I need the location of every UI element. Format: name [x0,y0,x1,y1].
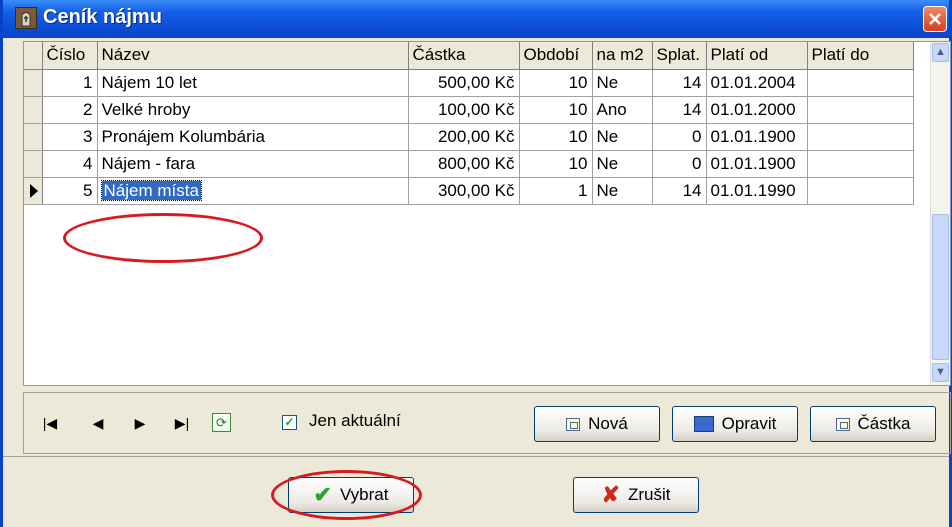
close-icon [929,13,941,25]
cell-castka[interactable]: 300,00 Kč [408,177,520,205]
row-indicator-header [24,42,43,70]
row-indicator[interactable] [24,123,43,151]
cell-cislo[interactable]: 3 [42,123,98,151]
scroll-up-button[interactable]: ▲ [932,43,949,62]
edit-button[interactable]: Opravit [672,406,798,442]
close-button[interactable] [923,6,947,32]
cell-nazev[interactable]: Nájem 10 let [97,69,409,97]
scroll-thumb[interactable] [932,214,949,360]
vertical-scrollbar[interactable]: ▲ ▼ [930,42,950,385]
cell-plati-do[interactable] [807,150,914,178]
grid-header-row: Číslo Název Částka Období na m2 Splat. P… [24,42,914,70]
cell-plati-od[interactable]: 01.01.2004 [706,69,808,97]
col-header-plati-od[interactable]: Platí od [706,42,808,70]
cell-plati-od[interactable]: 01.01.1900 [706,123,808,151]
col-header-obdobi[interactable]: Období [519,42,593,70]
cell-na-m2[interactable]: Ne [592,123,653,151]
title-bar[interactable]: Ceník nájmu [3,0,949,38]
cell-splat[interactable]: 0 [652,123,707,151]
cell-plati-od[interactable]: 01.01.2000 [706,96,808,124]
amount-icon [835,417,850,431]
cell-plati-do[interactable] [807,69,914,97]
cell-plati-do[interactable] [807,96,914,124]
cancel-button[interactable]: ✘ Zrušit [573,477,699,513]
cell-obdobi[interactable]: 10 [519,150,593,178]
row-indicator[interactable] [24,96,43,124]
cell-obdobi[interactable]: 10 [519,123,593,151]
cell-castka[interactable]: 800,00 Kč [408,150,520,178]
current-row-arrow-icon [30,183,38,198]
new-record-icon [566,417,581,431]
cell-cislo[interactable]: 4 [42,150,98,178]
cross-icon: ✘ [601,482,620,507]
col-header-nazev[interactable]: Název [97,42,409,70]
next-record-icon[interactable]: ▶ [129,412,151,434]
table-row[interactable]: 5 Nájem místa 300,00 Kč 1 Ne 14 01.01.1990 [24,177,914,205]
cell-plati-do[interactable] [807,177,914,205]
cell-castka[interactable]: 100,00 Kč [408,96,520,124]
cell-nazev-text: Nájem - fara [101,153,196,173]
cell-castka[interactable]: 500,00 Kč [408,69,520,97]
row-indicator[interactable] [24,177,43,205]
current-only-checkbox[interactable]: ✓ [282,415,297,430]
cell-plati-do[interactable] [807,123,914,151]
col-header-cislo[interactable]: Číslo [42,42,98,70]
scroll-down-button[interactable]: ▼ [932,363,949,382]
cell-na-m2[interactable]: Ne [592,150,653,178]
footer-bar [3,459,949,527]
prev-record-icon[interactable]: ◀ [87,412,109,434]
highlight-ellipse-select-button [271,470,422,520]
cell-obdobi[interactable]: 10 [519,96,593,124]
cell-castka[interactable]: 200,00 Kč [408,123,520,151]
current-only-label[interactable]: Jen aktuální [309,411,401,431]
cell-nazev-text: Nájem místa [100,179,202,201]
highlight-ellipse-selected-row [63,213,263,263]
col-header-na-m2[interactable]: na m2 [592,42,653,70]
amount-button[interactable]: Částka [810,406,936,442]
cell-nazev[interactable]: Velké hroby [97,96,409,124]
cell-nazev-text: Velké hroby [101,99,191,119]
first-record-icon[interactable]: |◀ [39,412,61,434]
refresh-icon[interactable]: ⟳ [212,413,231,432]
cell-splat[interactable]: 14 [652,69,707,97]
col-header-castka[interactable]: Částka [408,42,520,70]
cell-plati-od[interactable]: 01.01.1900 [706,150,808,178]
cell-nazev-text: Nájem 10 let [101,72,197,92]
dialog-window: Ceník nájmu Číslo Název Částka Období na… [0,0,952,527]
new-button[interactable]: Nová [534,406,660,442]
cell-na-m2[interactable]: Ne [592,69,653,97]
cell-splat[interactable]: 14 [652,96,707,124]
cell-cislo[interactable]: 2 [42,96,98,124]
last-record-icon[interactable]: ▶| [171,412,193,434]
cell-na-m2[interactable]: Ano [592,96,653,124]
cell-na-m2[interactable]: Ne [592,177,653,205]
cell-splat[interactable]: 14 [652,177,707,205]
edit-icon [693,416,714,432]
row-indicator[interactable] [24,150,43,178]
cell-nazev-text: Pronájem Kolumbária [101,126,265,146]
cell-plati-od[interactable]: 01.01.1990 [706,177,808,205]
table-row[interactable]: 3 Pronájem Kolumbária 200,00 Kč 10 Ne 0 01.01.… [24,123,914,151]
cell-cislo[interactable]: 1 [42,69,98,97]
col-header-splat[interactable]: Splat. [652,42,707,70]
cell-obdobi[interactable]: 1 [519,177,593,205]
row-indicator[interactable] [24,69,43,97]
window-title: Ceník nájmu [43,6,162,28]
tombstone-app-icon [15,7,37,29]
cell-obdobi[interactable]: 10 [519,69,593,97]
cell-cislo[interactable]: 5 [42,177,98,205]
table-row[interactable]: 4 Nájem - fara 800,00 Kč 10 Ne 0 01.01.1900 [24,150,914,178]
col-header-plati-do[interactable]: Platí do [807,42,914,70]
table-row[interactable]: 1 Nájem 10 let 500,00 Kč 10 Ne 14 01.01.2004 [24,69,914,97]
cell-splat[interactable]: 0 [652,150,707,178]
cell-nazev[interactable]: Pronájem Kolumbária [97,123,409,151]
cell-nazev[interactable]: Nájem místa [97,177,409,205]
cell-nazev[interactable]: Nájem - fara [97,150,409,178]
table-row[interactable]: 2 Velké hroby 100,00 Kč 10 Ano 14 01.01.2000 [24,96,914,124]
